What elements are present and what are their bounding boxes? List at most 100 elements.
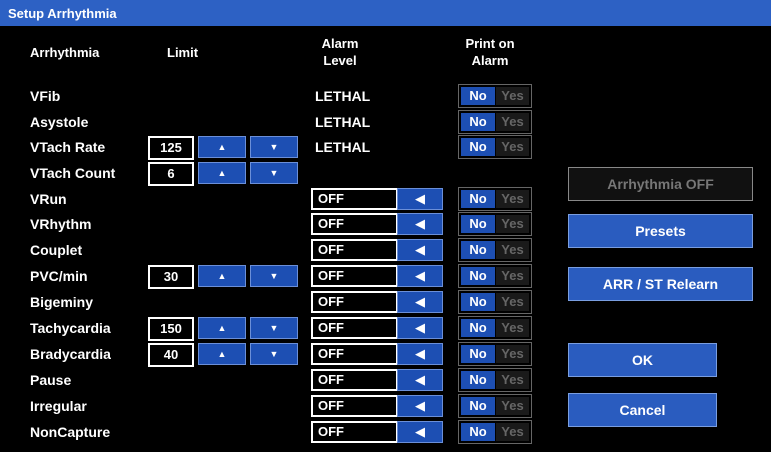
print-toggle-pvc-min[interactable]: No Yes xyxy=(458,264,532,288)
level-pvc-min-select[interactable]: OFF xyxy=(311,265,398,287)
print-no-option[interactable]: No xyxy=(461,241,495,259)
print-yes-option[interactable]: Yes xyxy=(496,190,529,208)
row-label-pvc-min: PVC/min xyxy=(30,268,88,284)
level-vtach-rate: LETHAL xyxy=(315,139,371,155)
print-no-option[interactable]: No xyxy=(461,397,495,415)
print-yes-option[interactable]: Yes xyxy=(496,319,529,337)
print-toggle-irregular[interactable]: No Yes xyxy=(458,394,532,418)
down-arrow-icon: ▼ xyxy=(269,323,279,333)
print-yes-option[interactable]: Yes xyxy=(496,113,529,131)
arrhythmia-off-button[interactable]: Arrhythmia OFF xyxy=(568,167,753,201)
print-no-option[interactable]: No xyxy=(461,371,495,389)
limit-pvc-min-down-button[interactable]: ▼ xyxy=(250,265,298,287)
limit-vtach-rate-up-button[interactable]: ▲ xyxy=(198,136,246,158)
level-noncapture-cycle-button[interactable]: ◀ xyxy=(397,421,443,443)
limit-pvc-min-up-button[interactable]: ▲ xyxy=(198,265,246,287)
print-yes-option[interactable]: Yes xyxy=(496,138,529,156)
print-yes-option[interactable]: Yes xyxy=(496,371,529,389)
print-toggle-couplet[interactable]: No Yes xyxy=(458,238,532,262)
up-arrow-icon: ▲ xyxy=(217,142,227,152)
print-no-option[interactable]: No xyxy=(461,345,495,363)
presets-button[interactable]: Presets xyxy=(568,214,753,248)
print-yes-option[interactable]: Yes xyxy=(496,87,529,105)
level-pause-select[interactable]: OFF xyxy=(311,369,398,391)
print-no-option[interactable]: No xyxy=(461,215,495,233)
print-toggle-asystole[interactable]: No Yes xyxy=(458,110,532,134)
ok-button[interactable]: OK xyxy=(568,343,717,377)
print-no-option[interactable]: No xyxy=(461,138,495,156)
print-yes-option[interactable]: Yes xyxy=(496,397,529,415)
header-alarm-level-line2: Level xyxy=(323,53,357,68)
level-pause-cycle-button[interactable]: ◀ xyxy=(397,369,443,391)
level-pvc-min-cycle-button[interactable]: ◀ xyxy=(397,265,443,287)
print-no-option[interactable]: No xyxy=(461,423,495,441)
print-no-option[interactable]: No xyxy=(461,190,495,208)
print-yes-option[interactable]: Yes xyxy=(496,215,529,233)
row-label-bradycardia: Bradycardia xyxy=(30,346,111,362)
limit-vtach-rate-down-button[interactable]: ▼ xyxy=(250,136,298,158)
print-no-option[interactable]: No xyxy=(461,87,495,105)
level-bigeminy-select[interactable]: OFF xyxy=(311,291,398,313)
left-arrow-icon: ◀ xyxy=(415,216,425,231)
limit-tachycardia-field[interactable]: 150 xyxy=(148,317,194,341)
print-no-option[interactable]: No xyxy=(461,113,495,131)
row-label-couplet: Couplet xyxy=(30,242,83,258)
print-yes-option[interactable]: Yes xyxy=(496,293,529,311)
limit-pvc-min-field[interactable]: 30 xyxy=(148,265,194,289)
print-toggle-vrhythm[interactable]: No Yes xyxy=(458,212,532,236)
level-couplet-cycle-button[interactable]: ◀ xyxy=(397,239,443,261)
level-bradycardia-cycle-button[interactable]: ◀ xyxy=(397,343,443,365)
print-no-option[interactable]: No xyxy=(461,319,495,337)
limit-bradycardia-up-button[interactable]: ▲ xyxy=(198,343,246,365)
print-toggle-vtach-rate[interactable]: No Yes xyxy=(458,135,532,159)
print-toggle-noncapture[interactable]: No Yes xyxy=(458,420,532,444)
limit-bradycardia-down-button[interactable]: ▼ xyxy=(250,343,298,365)
print-yes-option[interactable]: Yes xyxy=(496,267,529,285)
up-arrow-icon: ▲ xyxy=(217,271,227,281)
level-vrun-cycle-button[interactable]: ◀ xyxy=(397,188,443,210)
left-arrow-icon: ◀ xyxy=(415,242,425,257)
limit-tachycardia-up-button[interactable]: ▲ xyxy=(198,317,246,339)
level-irregular-cycle-button[interactable]: ◀ xyxy=(397,395,443,417)
level-tachycardia-cycle-button[interactable]: ◀ xyxy=(397,317,443,339)
level-asystole: LETHAL xyxy=(315,114,371,130)
limit-vtach-count-up-button[interactable]: ▲ xyxy=(198,162,246,184)
print-toggle-vrun[interactable]: No Yes xyxy=(458,187,532,211)
print-toggle-vfib[interactable]: No Yes xyxy=(458,84,532,108)
level-bigeminy-cycle-button[interactable]: ◀ xyxy=(397,291,443,313)
level-vrhythm-select[interactable]: OFF xyxy=(311,213,398,235)
row-label-vrhythm: VRhythm xyxy=(30,216,92,232)
print-toggle-bradycardia[interactable]: No Yes xyxy=(458,342,532,366)
print-toggle-tachycardia[interactable]: No Yes xyxy=(458,316,532,340)
level-tachycardia-select[interactable]: OFF xyxy=(311,317,398,339)
print-yes-option[interactable]: Yes xyxy=(496,345,529,363)
limit-tachycardia-down-button[interactable]: ▼ xyxy=(250,317,298,339)
left-arrow-icon: ◀ xyxy=(415,191,425,206)
level-noncapture-select[interactable]: OFF xyxy=(311,421,398,443)
header-alarm-level: Alarm Level xyxy=(295,35,385,69)
level-irregular-select[interactable]: OFF xyxy=(311,395,398,417)
print-yes-option[interactable]: Yes xyxy=(496,423,529,441)
cancel-button[interactable]: Cancel xyxy=(568,393,717,427)
arr-st-relearn-button[interactable]: ARR / ST Relearn xyxy=(568,267,753,301)
down-arrow-icon: ▼ xyxy=(269,168,279,178)
limit-bradycardia-field[interactable]: 40 xyxy=(148,343,194,367)
limit-vtach-rate-field[interactable]: 125 xyxy=(148,136,194,160)
print-no-option[interactable]: No xyxy=(461,267,495,285)
left-arrow-icon: ◀ xyxy=(415,372,425,387)
row-label-vtach-rate: VTach Rate xyxy=(30,139,106,155)
level-bradycardia-select[interactable]: OFF xyxy=(311,343,398,365)
limit-vtach-count-down-button[interactable]: ▼ xyxy=(250,162,298,184)
print-yes-option[interactable]: Yes xyxy=(496,241,529,259)
level-vrun-select[interactable]: OFF xyxy=(311,188,398,210)
limit-vtach-count-field[interactable]: 6 xyxy=(148,162,194,186)
row-label-bigeminy: Bigeminy xyxy=(30,294,94,310)
level-couplet-select[interactable]: OFF xyxy=(311,239,398,261)
print-toggle-pause[interactable]: No Yes xyxy=(458,368,532,392)
left-arrow-icon: ◀ xyxy=(415,320,425,335)
print-toggle-bigeminy[interactable]: No Yes xyxy=(458,290,532,314)
setup-arrhythmia-window: Setup Arrhythmia Arrhythmia Limit Alarm … xyxy=(0,0,771,452)
up-arrow-icon: ▲ xyxy=(217,323,227,333)
print-no-option[interactable]: No xyxy=(461,293,495,311)
level-vrhythm-cycle-button[interactable]: ◀ xyxy=(397,213,443,235)
